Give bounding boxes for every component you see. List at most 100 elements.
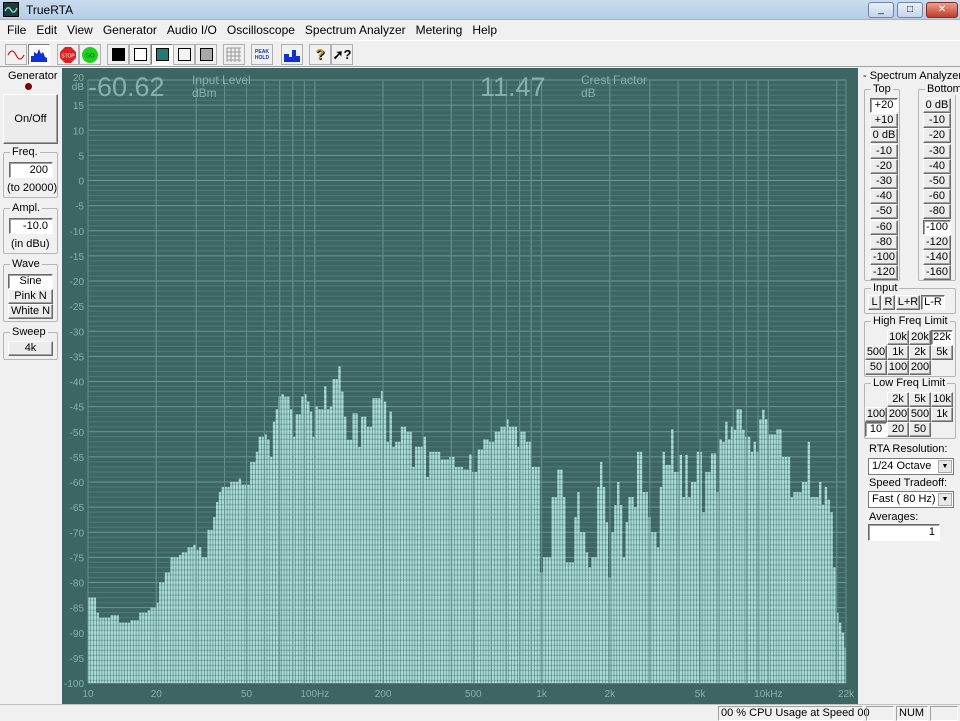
high-freq-button[interactable]: 50 — [865, 360, 887, 375]
top-level-button[interactable]: +10 — [870, 113, 898, 129]
bottom-level-button[interactable]: 0 dB — [923, 98, 951, 113]
grid-button[interactable] — [223, 44, 245, 65]
high-freq-button[interactable]: 500 — [865, 345, 887, 360]
freq-input[interactable]: 200 — [9, 162, 53, 178]
bottom-level-button[interactable]: -120 — [923, 234, 951, 250]
bottom-level-button[interactable]: -20 — [923, 128, 951, 144]
help-button[interactable]: ? — [309, 44, 331, 65]
low-freq-button[interactable]: 1k — [931, 407, 953, 422]
high-freq-button[interactable]: 22k — [931, 330, 953, 345]
color-gray-button[interactable] — [195, 44, 217, 65]
y-tick-label: -75 — [70, 553, 85, 564]
spectrum-bar — [514, 426, 518, 683]
menu-edit[interactable]: Edit — [31, 20, 62, 40]
generator-onoff-button[interactable]: On/Off — [3, 94, 58, 144]
wave-white-noise-button[interactable]: White N — [8, 304, 53, 319]
spectrum-bar — [466, 469, 469, 683]
input-channel-button[interactable]: R — [882, 295, 895, 310]
high-freq-button[interactable]: 5k — [931, 345, 953, 360]
spectrum-bar — [435, 451, 438, 683]
top-level-button[interactable]: -20 — [870, 158, 898, 174]
color-light-button[interactable] — [173, 44, 195, 65]
input-level-caption: Input Level dBm — [192, 74, 251, 100]
top-level-button[interactable]: -10 — [870, 143, 898, 159]
stop-button[interactable]: STOP — [57, 44, 79, 65]
top-level-button[interactable]: -80 — [870, 234, 898, 250]
sweep-4k-button[interactable]: 4k — [8, 341, 53, 356]
spectrum-bar — [298, 414, 301, 683]
menu-metering[interactable]: Metering — [411, 20, 468, 40]
bottom-level-button[interactable]: -100 — [923, 219, 951, 235]
input-channel-button[interactable]: L-R — [921, 295, 945, 310]
spectrum-bar — [503, 426, 506, 683]
menu-spectrum-analyzer[interactable]: Spectrum Analyzer — [300, 20, 411, 40]
input-channel-button[interactable]: L — [868, 295, 881, 310]
rta-resolution-select[interactable]: 1/24 Octave ▼ — [868, 458, 954, 475]
minimize-button[interactable]: _ — [868, 2, 894, 18]
oscilloscope-view-button[interactable] — [5, 44, 27, 65]
color-teal-button[interactable] — [151, 44, 173, 65]
y-tick-label: -45 — [70, 403, 85, 414]
top-level-button[interactable]: -100 — [870, 250, 898, 265]
color-white-button[interactable] — [129, 44, 151, 65]
low-freq-button[interactable]: 5k — [909, 392, 931, 407]
close-button[interactable]: ✕ — [926, 2, 958, 18]
spectrum-bar — [119, 622, 122, 683]
high-freq-button[interactable]: 200 — [909, 360, 931, 375]
low-freq-button[interactable]: 10k — [931, 392, 953, 407]
menu-generator[interactable]: Generator — [98, 20, 162, 40]
wave-sine-button[interactable]: Sine — [8, 274, 53, 289]
crest-factor-unit: dB — [581, 86, 596, 100]
bottom-level-button[interactable]: -80 — [923, 204, 951, 220]
top-level-button[interactable]: -30 — [870, 174, 898, 189]
peak-hold-button[interactable]: PEAK HOLD — [251, 44, 273, 65]
high-freq-button[interactable]: 10k — [887, 330, 909, 345]
speed-tradeoff-select[interactable]: Fast ( 80 Hz) ▼ — [868, 491, 954, 508]
top-level-button[interactable]: -50 — [870, 204, 898, 220]
input-channel-button[interactable]: L+R — [896, 295, 920, 310]
high-freq-button[interactable]: 20k — [909, 330, 931, 345]
menu-audio-io[interactable]: Audio I/O — [162, 20, 222, 40]
bottom-level-button[interactable]: -50 — [923, 174, 951, 189]
top-level-button[interactable]: +20 — [870, 98, 898, 113]
top-level-button[interactable]: -120 — [870, 265, 898, 281]
menu-help[interactable]: Help — [467, 20, 502, 40]
spectrum-bar — [565, 562, 569, 683]
menu-oscilloscope[interactable]: Oscilloscope — [222, 20, 300, 40]
bottom-level-button[interactable]: -30 — [923, 143, 951, 159]
low-freq-button[interactable]: 200 — [887, 407, 909, 422]
ampl-input[interactable]: -10.0 — [9, 218, 53, 234]
top-level-button[interactable]: -40 — [870, 189, 898, 205]
top-level-button[interactable]: 0 dB — [870, 128, 898, 144]
high-freq-button[interactable]: 1k — [887, 345, 909, 360]
top-level-button[interactable]: -60 — [870, 219, 898, 235]
high-freq-button[interactable]: 2k — [909, 345, 931, 360]
bottom-level-button[interactable]: -160 — [923, 265, 951, 281]
spectrum-bar — [693, 482, 697, 683]
bottom-level-button[interactable]: -40 — [923, 158, 951, 174]
y-tick-label: -95 — [70, 654, 85, 665]
color-black-button[interactable] — [107, 44, 129, 65]
menu-file[interactable]: File — [2, 20, 31, 40]
wave-pink-noise-button[interactable]: Pink N — [8, 289, 53, 304]
go-button[interactable]: GO — [79, 44, 101, 65]
bar-graph-button[interactable] — [281, 44, 303, 65]
high-freq-button[interactable]: 100 — [887, 360, 909, 375]
low-freq-button[interactable]: 20 — [887, 422, 909, 437]
menu-view[interactable]: View — [62, 20, 98, 40]
maximize-button[interactable]: □ — [897, 2, 923, 18]
averages-input[interactable]: 1 — [868, 524, 940, 541]
spectrum-bar — [187, 547, 190, 683]
bottom-level-button[interactable]: -10 — [923, 113, 951, 129]
low-freq-button[interactable]: 500 — [909, 407, 931, 422]
low-freq-button[interactable]: 10 — [865, 422, 887, 437]
spectrum-bar — [167, 572, 170, 683]
low-freq-button[interactable]: 100 — [865, 407, 887, 422]
bottom-level-button[interactable]: -140 — [923, 250, 951, 265]
bottom-level-button[interactable]: -60 — [923, 189, 951, 205]
whats-this-button[interactable]: ➚? — [331, 44, 353, 65]
spectrum-bar — [722, 441, 725, 683]
low-freq-button[interactable]: 2k — [887, 392, 909, 407]
low-freq-button[interactable]: 50 — [909, 422, 931, 437]
spectrum-view-button[interactable] — [28, 44, 50, 65]
